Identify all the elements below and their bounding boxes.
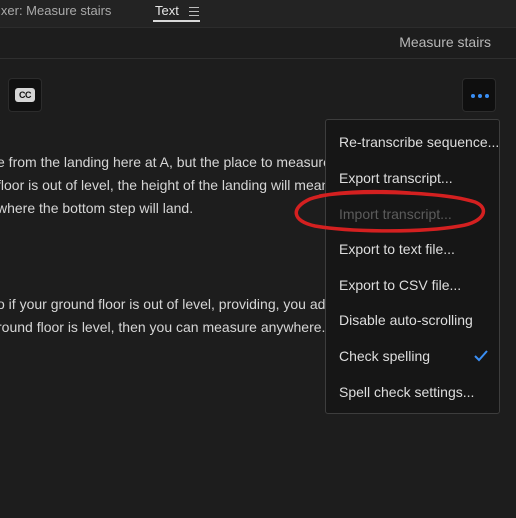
tab-audio-mixer[interactable]: ixer: Measure stairs bbox=[0, 3, 111, 18]
menu-item-export-transcript[interactable]: Export transcript... bbox=[339, 170, 453, 186]
menu-item-export-csv-file[interactable]: Export to CSV file... bbox=[339, 277, 461, 293]
menu-item-check-spelling[interactable]: Check spelling bbox=[339, 348, 430, 364]
menu-item-disable-auto-scrolling[interactable]: Disable auto-scrolling bbox=[339, 312, 473, 328]
sequence-title: Measure stairs bbox=[399, 34, 491, 50]
checkmark-icon bbox=[474, 350, 488, 362]
tab-text[interactable]: Text bbox=[155, 3, 179, 18]
active-tab-indicator bbox=[153, 20, 200, 22]
hamburger-menu-icon[interactable] bbox=[189, 7, 199, 16]
menu-item-retranscribe[interactable]: Re-transcribe sequence... bbox=[339, 134, 499, 150]
menu-item-spell-check-settings[interactable]: Spell check settings... bbox=[339, 384, 474, 400]
text-panel: ixer: Measure stairs Text Measure stairs… bbox=[0, 0, 516, 518]
panel-tab-bar: ixer: Measure stairs Text bbox=[0, 0, 516, 28]
sequence-header: Measure stairs bbox=[0, 28, 516, 59]
captions-button[interactable]: CC bbox=[8, 78, 42, 112]
more-options-button[interactable] bbox=[462, 78, 496, 112]
menu-item-import-transcript: Import transcript... bbox=[339, 206, 452, 222]
menu-item-export-text-file[interactable]: Export to text file... bbox=[339, 241, 455, 257]
options-dropdown-menu: Re-transcribe sequence... Export transcr… bbox=[325, 119, 500, 414]
ellipsis-icon bbox=[471, 94, 489, 98]
closed-captions-icon: CC bbox=[15, 88, 35, 102]
